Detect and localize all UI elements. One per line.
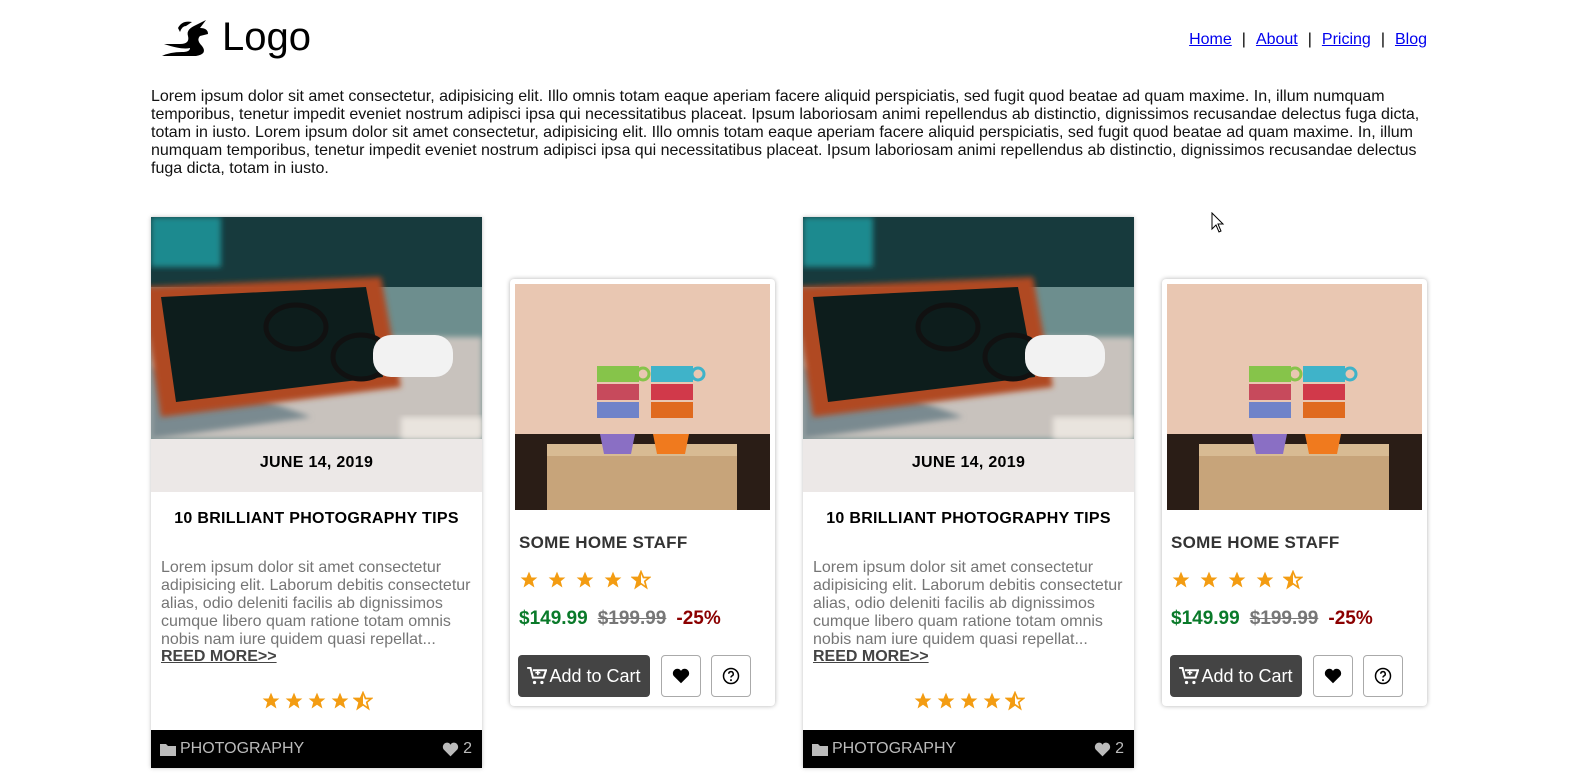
blog-date: JUNE 14, 2019 <box>803 439 1134 492</box>
star-icon <box>1200 571 1218 588</box>
price-current: $149.99 <box>1171 608 1240 629</box>
logo-text: Logo <box>222 15 311 59</box>
blog-title: 10 BRILLIANT PHOTOGRAPHY TIPS <box>174 510 459 527</box>
star-icon <box>1228 571 1246 588</box>
product-card[interactable]: SOME HOME STAFF $149.99 $199.99 -25% Add… <box>1162 279 1427 706</box>
category-label: PHOTOGRAPHY <box>180 740 305 757</box>
logo[interactable]: Logo <box>160 14 311 60</box>
star-icon <box>262 692 279 709</box>
star-icon <box>983 692 1000 709</box>
question-icon <box>1374 667 1392 685</box>
star-icon <box>576 571 594 588</box>
nav-separator: | <box>1307 31 1312 48</box>
star-icon <box>520 571 538 588</box>
heart-icon <box>1324 668 1342 684</box>
wishlist-button[interactable] <box>1313 655 1353 697</box>
price-row: $149.99 $199.99 -25% <box>519 608 721 630</box>
blog-excerpt: Lorem ipsum dolor sit amet consectetur a… <box>161 559 471 648</box>
nav-separator: | <box>1380 31 1385 48</box>
add-to-cart-label: Add to Cart <box>549 665 641 686</box>
product-rating <box>519 570 651 590</box>
product-image <box>515 284 770 510</box>
nav-link-blog[interactable]: Blog <box>1395 31 1427 48</box>
product-rating <box>1171 570 1303 590</box>
blog-excerpt: Lorem ipsum dolor sit amet consectetur a… <box>813 559 1123 648</box>
blog-rating <box>151 691 482 711</box>
mouse-cursor-icon <box>1211 212 1225 233</box>
star-icon <box>960 692 977 709</box>
star-icon <box>914 692 931 709</box>
star-icon <box>937 692 954 709</box>
blog-category[interactable]: PHOTOGRAPHY <box>812 740 956 758</box>
question-button[interactable] <box>711 655 751 697</box>
blog-likes[interactable]: 2 <box>1094 740 1124 758</box>
cart-icon <box>1179 667 1200 685</box>
folder-icon <box>160 743 176 756</box>
blog-rating <box>803 691 1134 711</box>
price-original: $199.99 <box>597 608 667 629</box>
heart-icon <box>672 668 690 684</box>
read-more-link[interactable]: REED MORE>> <box>161 648 277 666</box>
star-icon <box>285 692 302 709</box>
blog-image <box>151 217 482 439</box>
star-icon <box>604 571 622 588</box>
add-to-cart-label: Add to Cart <box>1201 665 1293 686</box>
star-icon <box>1256 571 1274 588</box>
question-icon <box>722 667 740 685</box>
half-star-icon <box>631 570 651 590</box>
blog-likes[interactable]: 2 <box>442 740 472 758</box>
star-icon <box>308 692 325 709</box>
price-current: $149.99 <box>519 608 588 629</box>
blog-footer: PHOTOGRAPHY 2 <box>803 730 1134 768</box>
header: Logo Home | About | Pricing | Blog <box>0 0 1573 80</box>
star-icon <box>548 571 566 588</box>
price-discount: -25% <box>676 608 721 629</box>
product-card[interactable]: SOME HOME STAFF $149.99 $199.99 -25% Add… <box>510 279 775 706</box>
blog-date: JUNE 14, 2019 <box>151 439 482 492</box>
half-star-icon <box>352 691 373 711</box>
nav-separator: | <box>1241 31 1246 48</box>
likes-count: 2 <box>463 740 472 757</box>
blog-footer: PHOTOGRAPHY 2 <box>151 730 482 768</box>
half-star-icon <box>1283 570 1303 590</box>
star-icon <box>1172 571 1190 588</box>
blog-card[interactable]: JUNE 14, 2019 10 BRILLIANT PHOTOGRAPHY T… <box>803 217 1134 768</box>
price-discount: -25% <box>1328 608 1373 629</box>
blog-title: 10 BRILLIANT PHOTOGRAPHY TIPS <box>826 510 1111 527</box>
cart-icon <box>527 667 548 685</box>
nav-link-about[interactable]: About <box>1256 31 1298 48</box>
add-to-cart-button[interactable]: Add to Cart <box>518 655 650 697</box>
blog-category[interactable]: PHOTOGRAPHY <box>160 740 304 758</box>
blog-card[interactable]: JUNE 14, 2019 10 BRILLIANT PHOTOGRAPHY T… <box>151 217 482 768</box>
question-button[interactable] <box>1363 655 1403 697</box>
half-star-icon <box>1004 691 1025 711</box>
star-icon <box>331 692 348 709</box>
read-more-link[interactable]: REED MORE>> <box>813 648 929 666</box>
dragon-logo-icon <box>162 20 208 56</box>
wishlist-button[interactable] <box>661 655 701 697</box>
likes-count: 2 <box>1115 740 1124 757</box>
add-to-cart-button[interactable]: Add to Cart <box>1170 655 1302 697</box>
blog-image <box>803 217 1134 439</box>
price-row: $149.99 $199.99 -25% <box>1171 608 1373 630</box>
product-image <box>1167 284 1422 510</box>
price-original: $199.99 <box>1249 608 1319 629</box>
product-title: SOME HOME STAFF <box>519 533 688 552</box>
intro-paragraph: Lorem ipsum dolor sit amet consectetur, … <box>151 88 1420 177</box>
product-title: SOME HOME STAFF <box>1171 533 1340 552</box>
nav-link-home[interactable]: Home <box>1189 31 1232 48</box>
main-nav: Home | About | Pricing | Blog <box>1189 31 1427 49</box>
heart-icon <box>442 742 459 756</box>
nav-link-pricing[interactable]: Pricing <box>1322 31 1371 48</box>
heart-icon <box>1094 742 1111 756</box>
folder-icon <box>812 743 828 756</box>
category-label: PHOTOGRAPHY <box>832 740 957 757</box>
